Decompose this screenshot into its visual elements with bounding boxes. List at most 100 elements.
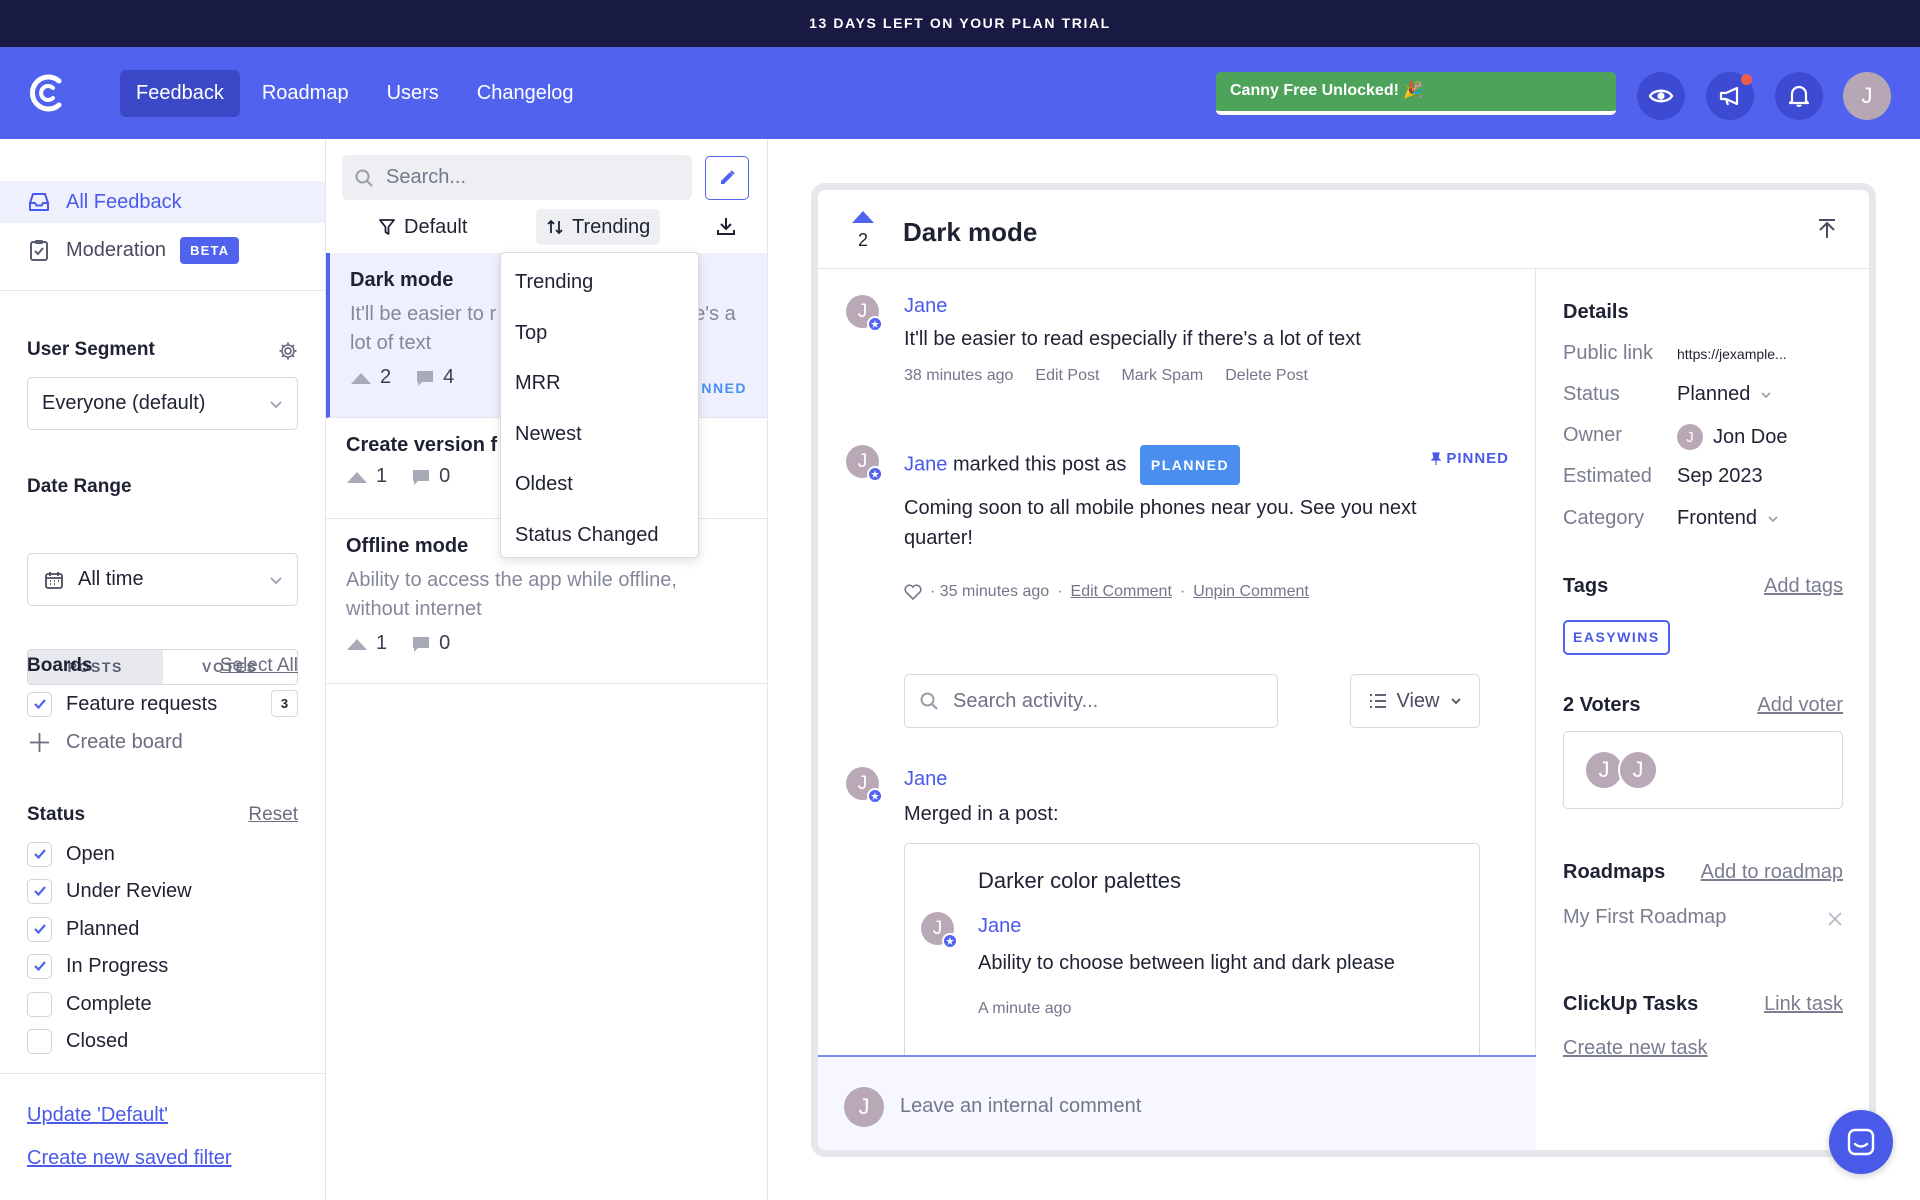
internal-comment-bar[interactable]: J Leave an internal comment bbox=[818, 1055, 1536, 1150]
date-range-select[interactable]: All time bbox=[27, 553, 298, 606]
checkbox-checked[interactable] bbox=[27, 878, 52, 904]
add-voter-link[interactable]: Add voter bbox=[1757, 694, 1843, 717]
nav-feedback[interactable]: Feedback bbox=[120, 70, 240, 117]
sort-option-mrr[interactable]: MRR bbox=[501, 358, 698, 409]
reset-status-link[interactable]: Reset bbox=[248, 804, 298, 826]
create-task-link[interactable]: Create new task bbox=[1563, 1037, 1708, 1060]
create-board-link[interactable]: Create board bbox=[27, 728, 183, 756]
unpin-comment-link[interactable]: Unpin Comment bbox=[1193, 583, 1309, 601]
announcements-button[interactable] bbox=[1706, 72, 1754, 120]
author-name[interactable]: Jane bbox=[904, 768, 947, 791]
activity-search-input[interactable]: Search activity... bbox=[904, 674, 1278, 728]
edit-comment-link[interactable]: Edit Comment bbox=[1071, 583, 1172, 601]
notifications-button[interactable] bbox=[1775, 72, 1823, 120]
vote-widget[interactable]: 2 bbox=[848, 210, 878, 251]
chevron-down-icon bbox=[1761, 391, 1771, 398]
gear-icon[interactable] bbox=[278, 341, 298, 361]
owner-select[interactable]: J Jon Doe bbox=[1677, 424, 1788, 450]
link-task-link[interactable]: Link task bbox=[1764, 993, 1843, 1016]
merged-post-time: A minute ago bbox=[978, 1000, 1072, 1017]
view-dropdown-button[interactable]: View bbox=[1350, 674, 1480, 728]
upvote-arrow-icon[interactable] bbox=[851, 210, 875, 224]
date-range-heading: Date Range bbox=[27, 476, 132, 497]
update-filter-link[interactable]: Update 'Default' bbox=[27, 1104, 168, 1127]
sort-option-oldest[interactable]: Oldest bbox=[501, 459, 698, 510]
close-icon[interactable] bbox=[1827, 911, 1843, 927]
roadmap-item[interactable]: My First Roadmap bbox=[1563, 906, 1726, 929]
status-complete[interactable]: Complete bbox=[27, 990, 152, 1018]
sidebar-item-moderation[interactable]: Moderation BETA bbox=[0, 229, 325, 271]
edit-post-link[interactable]: Edit Post bbox=[1035, 367, 1099, 385]
select-all-boards-link[interactable]: Select All bbox=[220, 655, 298, 677]
user-avatar[interactable]: J bbox=[1843, 72, 1891, 120]
status-under-review[interactable]: Under Review bbox=[27, 877, 192, 905]
upvote-icon[interactable] bbox=[350, 371, 372, 385]
plus-icon bbox=[30, 732, 49, 752]
checkbox-checked[interactable] bbox=[27, 916, 52, 942]
status-in-progress[interactable]: In Progress bbox=[27, 952, 168, 980]
estimated-value[interactable]: Sep 2023 bbox=[1677, 465, 1763, 488]
upvote-icon[interactable] bbox=[346, 637, 368, 651]
status-planned[interactable]: Planned bbox=[27, 915, 139, 943]
preview-button[interactable] bbox=[1637, 72, 1685, 120]
checkbox-unchecked[interactable] bbox=[27, 1028, 52, 1054]
sort-option-newest[interactable]: Newest bbox=[501, 409, 698, 460]
canny-logo-icon[interactable] bbox=[28, 73, 68, 113]
status-open[interactable]: Open bbox=[27, 840, 115, 868]
download-icon[interactable] bbox=[715, 215, 737, 237]
add-tags-link[interactable]: Add tags bbox=[1764, 575, 1843, 598]
checkbox-checked[interactable] bbox=[27, 953, 52, 979]
sort-option-top[interactable]: Top bbox=[501, 308, 698, 359]
public-link-value[interactable]: https://jexample... bbox=[1677, 346, 1787, 362]
status-closed[interactable]: Closed bbox=[27, 1027, 128, 1055]
sort-option-status-changed[interactable]: Status Changed bbox=[501, 510, 698, 561]
checkbox-checked[interactable] bbox=[27, 841, 52, 867]
author-name[interactable]: Jane bbox=[978, 915, 1021, 938]
status-value: Planned bbox=[1677, 383, 1751, 405]
status-label: Status bbox=[1563, 383, 1620, 405]
check-icon bbox=[33, 961, 46, 972]
create-post-button[interactable] bbox=[705, 156, 749, 200]
roadmaps-heading: Roadmaps bbox=[1563, 861, 1666, 883]
checkbox-checked[interactable] bbox=[27, 691, 52, 717]
board-feature-requests[interactable]: Feature requests bbox=[27, 690, 217, 718]
nav-changelog[interactable]: Changelog bbox=[461, 70, 590, 117]
merged-post-card[interactable]: Darker color palettes J Jane Ability to … bbox=[904, 843, 1480, 1083]
add-to-roadmap-link[interactable]: Add to roadmap bbox=[1701, 861, 1843, 884]
divider bbox=[0, 290, 325, 291]
delete-post-link[interactable]: Delete Post bbox=[1225, 367, 1308, 385]
comment-count: 0 bbox=[439, 465, 451, 487]
status-comment-body: Coming soon to all mobile phones near yo… bbox=[904, 497, 1417, 549]
tag-chip[interactable]: EASYWINS bbox=[1563, 620, 1670, 655]
free-unlocked-banner[interactable]: Canny Free Unlocked! 🎉 bbox=[1216, 72, 1616, 115]
estimated-label: Estimated bbox=[1563, 465, 1652, 487]
search-input[interactable]: Search... bbox=[342, 155, 692, 200]
pin-icon[interactable] bbox=[1815, 217, 1839, 241]
clipboard-check-icon bbox=[30, 240, 48, 261]
create-saved-filter-link[interactable]: Create new saved filter bbox=[27, 1147, 232, 1170]
nav-users[interactable]: Users bbox=[371, 70, 455, 117]
nav-roadmap[interactable]: Roadmap bbox=[246, 70, 365, 117]
view-label: View bbox=[1396, 689, 1440, 712]
admin-star-icon bbox=[942, 933, 958, 949]
category-label: Category bbox=[1563, 507, 1645, 529]
chevron-down-icon bbox=[1768, 515, 1778, 522]
author-name[interactable]: Jane bbox=[904, 295, 947, 318]
bell-icon bbox=[1788, 85, 1810, 107]
vote-count: 1 bbox=[376, 465, 388, 487]
user-segment-select[interactable]: Everyone (default) bbox=[27, 377, 298, 430]
sidebar-item-all-feedback[interactable]: All Feedback bbox=[0, 181, 325, 223]
heart-icon[interactable] bbox=[904, 584, 922, 600]
author-avatar: J bbox=[921, 912, 958, 949]
category-select[interactable]: Frontend bbox=[1677, 507, 1779, 530]
voter-avatar[interactable]: J bbox=[1618, 750, 1658, 790]
sort-button[interactable]: Trending bbox=[536, 209, 661, 245]
sort-option-trending[interactable]: Trending bbox=[501, 257, 698, 308]
author-name[interactable]: Jane bbox=[904, 453, 947, 475]
filter-default-button[interactable]: Default bbox=[368, 209, 477, 245]
mark-spam-link[interactable]: Mark Spam bbox=[1121, 367, 1203, 385]
upvote-icon[interactable] bbox=[346, 470, 368, 484]
checkbox-unchecked[interactable] bbox=[27, 991, 52, 1017]
support-chat-button[interactable] bbox=[1829, 1110, 1893, 1174]
status-select[interactable]: Planned bbox=[1677, 383, 1772, 406]
